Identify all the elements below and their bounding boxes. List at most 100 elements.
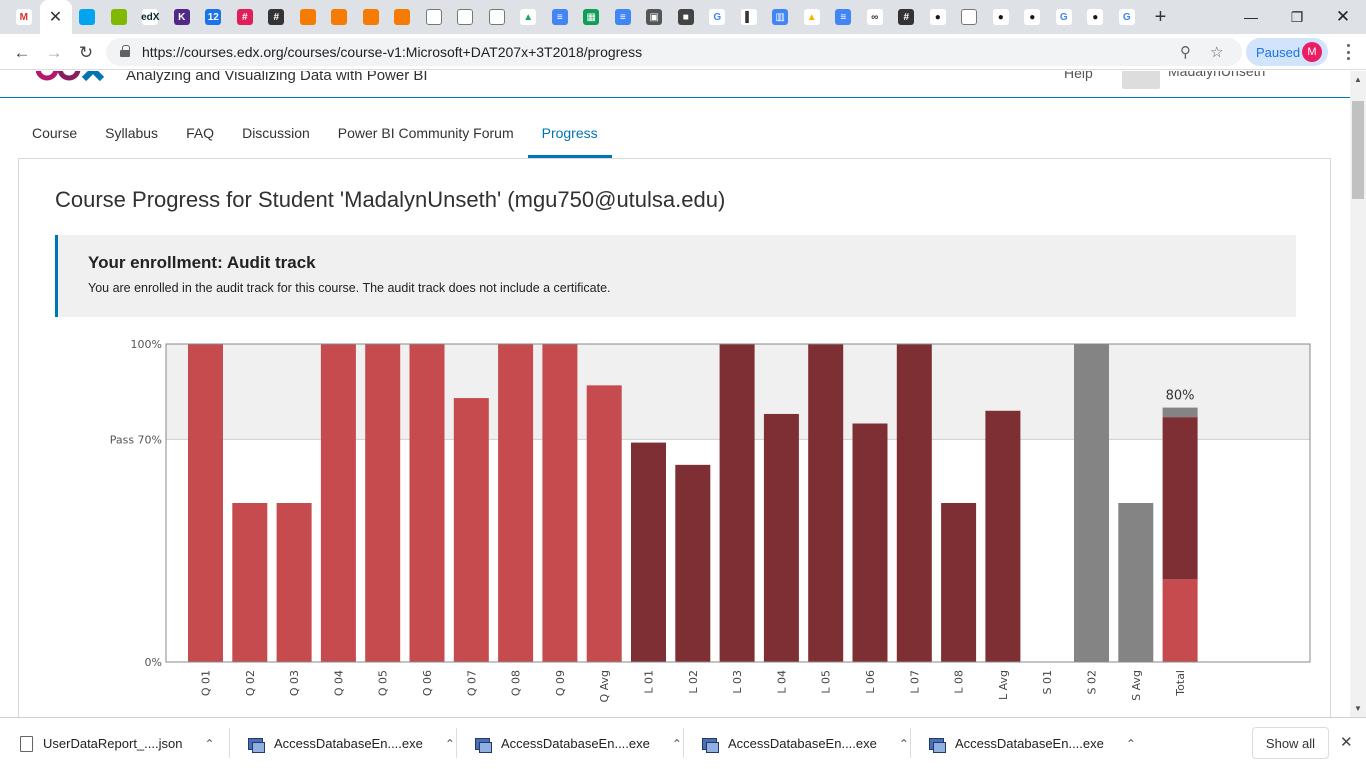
browser-tab[interactable]: [954, 0, 986, 34]
browser-tab[interactable]: ∞: [859, 0, 891, 34]
scroll-down-arrow[interactable]: ▼: [1354, 704, 1362, 713]
back-button[interactable]: ←: [10, 41, 34, 65]
browser-tab[interactable]: ▲: [513, 0, 545, 34]
drive-icon: ▲: [803, 9, 820, 25]
browser-tab[interactable]: [387, 0, 419, 34]
show-all-downloads-button[interactable]: Show all: [1252, 727, 1329, 759]
browser-tab[interactable]: 12: [198, 0, 230, 34]
bar: [896, 344, 932, 662]
profile-sync-button[interactable]: Paused M: [1246, 38, 1328, 66]
download-item[interactable]: UserDataReport_....json ⌃: [20, 718, 230, 769]
page-scrollbar[interactable]: ▲ ▼: [1350, 71, 1366, 717]
browser-tab[interactable]: M: [8, 0, 40, 34]
calendar-icon: 12: [205, 9, 222, 25]
browser-tab[interactable]: [418, 0, 450, 34]
active-tab[interactable]: ✕: [39, 0, 72, 34]
box-icon: ■: [677, 9, 694, 25]
tab-course[interactable]: Course: [18, 119, 91, 158]
browser-tab[interactable]: ●: [985, 0, 1017, 34]
browser-tab[interactable]: G: [1048, 0, 1080, 34]
browser-tab[interactable]: ●: [1080, 0, 1112, 34]
close-shelf-icon[interactable]: ✕: [1340, 733, 1353, 751]
help-link[interactable]: Help: [1064, 71, 1093, 81]
github-icon: ●: [929, 9, 946, 25]
download-item[interactable]: AccessDatabaseEn....exe ⌃: [247, 718, 457, 769]
chevron-up-icon[interactable]: ⌃: [672, 737, 682, 751]
x-tick-label: L 06: [864, 670, 877, 694]
page-title: Course Progress for Student 'MadalynUnse…: [55, 187, 726, 212]
browser-tab[interactable]: ▲: [796, 0, 828, 34]
browser-tab[interactable]: ≡: [828, 0, 860, 34]
chevron-up-icon[interactable]: ⌃: [204, 737, 214, 751]
chevron-up-icon[interactable]: ⌃: [899, 737, 909, 751]
browser-tab[interactable]: ≡: [544, 0, 576, 34]
browser-tab[interactable]: ▦: [576, 0, 608, 34]
download-item[interactable]: AccessDatabaseEn....exe ⌃: [928, 718, 1138, 769]
course-title: Analyzing and Visualizing Data with Powe…: [126, 71, 428, 84]
address-bar[interactable]: https://courses.edx.org/courses/course-v…: [106, 38, 1242, 66]
x-tick-label: Q 04: [332, 670, 345, 696]
x-tick-label: Q 01: [200, 670, 213, 696]
download-name: UserDataReport_....json: [43, 736, 183, 751]
new-tab-button[interactable]: +: [1143, 0, 1179, 34]
browser-tab[interactable]: #: [891, 0, 923, 34]
url-text[interactable]: https://courses.edx.org/courses/course-v…: [142, 44, 642, 60]
browser-tab[interactable]: G: [702, 0, 734, 34]
browser-tab[interactable]: [324, 0, 356, 34]
x-tick-label: L 02: [687, 670, 700, 694]
x-tick-label: Q 09: [554, 670, 567, 696]
browser-tab[interactable]: [355, 0, 387, 34]
x-tick-label: Q 02: [244, 670, 257, 696]
tab-strip: M ✕ edX K 12 # # ▲ ≡ ▦ ≡ ▣ ■ G ▌ ▥ ▲ ≡ ∞ # ● ● ● G ● G + — ❐ ✕: [0, 0, 1366, 34]
browser-tab[interactable]: ■: [670, 0, 702, 34]
tab-discussion[interactable]: Discussion: [228, 119, 324, 158]
chevron-up-icon[interactable]: ⌃: [445, 737, 455, 751]
browser-tab[interactable]: ▥: [765, 0, 797, 34]
reload-button[interactable]: ↻: [74, 41, 98, 65]
browser-tab[interactable]: ▣: [639, 0, 671, 34]
page-icon: [457, 9, 474, 25]
browser-tab[interactable]: [481, 0, 513, 34]
exe-file-icon: [701, 735, 719, 753]
bar: [1074, 344, 1109, 662]
hashtag-icon: #: [268, 9, 285, 25]
forward-button[interactable]: →: [42, 41, 66, 65]
browser-tab[interactable]: ▌: [733, 0, 765, 34]
x-tick-label: L 08: [953, 670, 966, 694]
tab-syllabus[interactable]: Syllabus: [91, 119, 172, 158]
tab-progress[interactable]: Progress: [527, 119, 612, 158]
browser-tab[interactable]: ≡: [607, 0, 639, 34]
browser-tab[interactable]: ●: [922, 0, 954, 34]
browser-tab[interactable]: #: [229, 0, 261, 34]
browser-tab[interactable]: edX: [135, 0, 167, 34]
browser-tab[interactable]: #: [261, 0, 293, 34]
tab-faq[interactable]: FAQ: [172, 119, 228, 158]
edx-logo[interactable]: [36, 71, 106, 83]
scroll-up-arrow[interactable]: ▲: [1354, 75, 1362, 84]
page-icon: [961, 9, 978, 25]
zoom-icon[interactable]: ⚲: [1180, 43, 1191, 61]
chevron-up-icon[interactable]: ⌃: [1126, 737, 1136, 751]
scroll-thumb[interactable]: [1352, 101, 1364, 199]
download-item[interactable]: AccessDatabaseEn....exe ⌃: [474, 718, 684, 769]
tab-community-forum[interactable]: Power BI Community Forum: [324, 119, 528, 158]
download-shelf: UserDataReport_....json ⌃ AccessDatabase…: [0, 717, 1366, 768]
browser-tab[interactable]: [72, 0, 104, 34]
browser-tab[interactable]: [292, 0, 324, 34]
browser-tab[interactable]: G: [1111, 0, 1143, 34]
cube-icon: [331, 9, 348, 25]
user-avatar[interactable]: [1122, 71, 1160, 89]
chrome-menu-icon[interactable]: [1340, 42, 1356, 62]
close-window-icon[interactable]: ✕: [1320, 0, 1366, 34]
cube-icon: [362, 9, 379, 25]
browser-tab[interactable]: [450, 0, 482, 34]
browser-tab[interactable]: K: [166, 0, 198, 34]
download-item[interactable]: AccessDatabaseEn....exe ⌃: [701, 718, 911, 769]
bookmark-star-icon[interactable]: ☆: [1210, 43, 1223, 61]
username-link[interactable]: MadalynUnseth: [1168, 71, 1265, 79]
browser-tab[interactable]: [103, 0, 135, 34]
restore-icon[interactable]: ❐: [1274, 0, 1320, 34]
bar: [453, 398, 489, 662]
browser-tab[interactable]: ●: [1017, 0, 1049, 34]
minimize-icon[interactable]: —: [1228, 0, 1274, 34]
